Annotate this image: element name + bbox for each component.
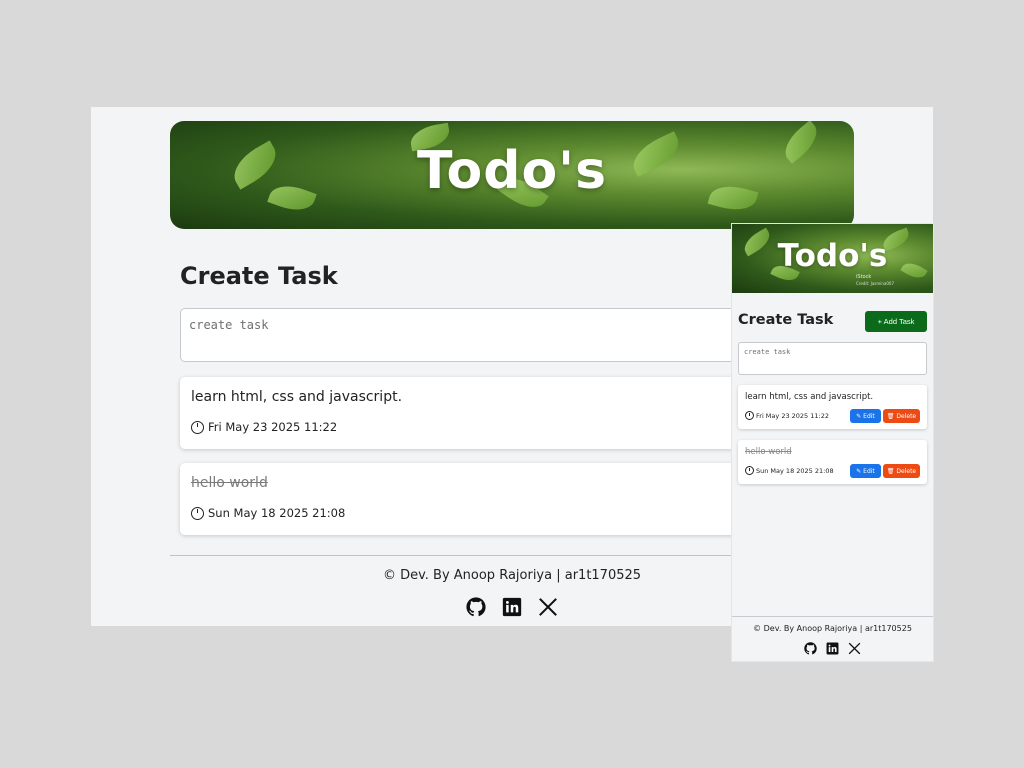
add-task-button[interactable]: + Add Task — [865, 311, 927, 332]
github-icon[interactable] — [465, 596, 487, 618]
clock-icon — [745, 411, 754, 420]
task-date-text: Fri May 23 2025 11:22 — [756, 411, 829, 420]
app-title: Todo's — [777, 238, 888, 274]
task-date: Sun May 18 2025 21:08 — [191, 506, 345, 520]
task-card: hello world Sun May 18 2025 21:08 ✎ Edit… — [738, 440, 927, 484]
page-heading: Create Task — [738, 312, 834, 328]
task-input[interactable]: create task — [738, 342, 927, 375]
social-links — [732, 641, 933, 655]
delete-button[interactable]: 🗑 Delete — [883, 464, 920, 478]
edit-button[interactable]: ✎ Edit — [850, 409, 881, 423]
task-text: learn html, css and javascript. — [745, 392, 874, 402]
page-heading: Create Task — [180, 262, 338, 290]
github-icon[interactable] — [804, 641, 818, 655]
task-date-text: Sun May 18 2025 21:08 — [756, 466, 834, 475]
task-date-text: Sun May 18 2025 21:08 — [208, 506, 346, 520]
task-text: hello world — [191, 475, 268, 491]
task-card: learn html, css and javascript. Fri May … — [738, 385, 927, 429]
app-title: Todo's — [416, 141, 608, 201]
image-watermark: iStock — [856, 274, 872, 280]
edit-button[interactable]: ✎ Edit — [850, 464, 881, 478]
clock-icon — [745, 466, 754, 475]
image-credit: Credit: Jasmina007 — [856, 281, 894, 286]
delete-button[interactable]: 🗑 Delete — [883, 409, 920, 423]
task-text: hello world — [745, 447, 792, 457]
mobile-screenshot: Todo's iStock Credit: Jasmina007 Create … — [732, 224, 933, 661]
task-date-text: Fri May 23 2025 11:22 — [208, 420, 338, 434]
footer-credit: © Dev. By Anoop Rajoriya | ar1t170525 — [753, 624, 912, 633]
task-date: Fri May 23 2025 11:22 — [191, 420, 337, 434]
footer-divider — [732, 616, 933, 617]
header-banner: Todo's — [170, 121, 854, 229]
task-text: learn html, css and javascript. — [191, 389, 403, 405]
task-date: Fri May 23 2025 11:22 — [745, 411, 829, 420]
clock-icon — [191, 420, 204, 434]
header-banner: Todo's iStock Credit: Jasmina007 — [732, 224, 933, 293]
clock-icon — [191, 506, 204, 520]
x-icon[interactable] — [848, 641, 862, 655]
linkedin-icon[interactable] — [501, 596, 523, 618]
x-icon[interactable] — [537, 596, 559, 618]
linkedin-icon[interactable] — [826, 641, 840, 655]
task-date: Sun May 18 2025 21:08 — [745, 466, 834, 475]
